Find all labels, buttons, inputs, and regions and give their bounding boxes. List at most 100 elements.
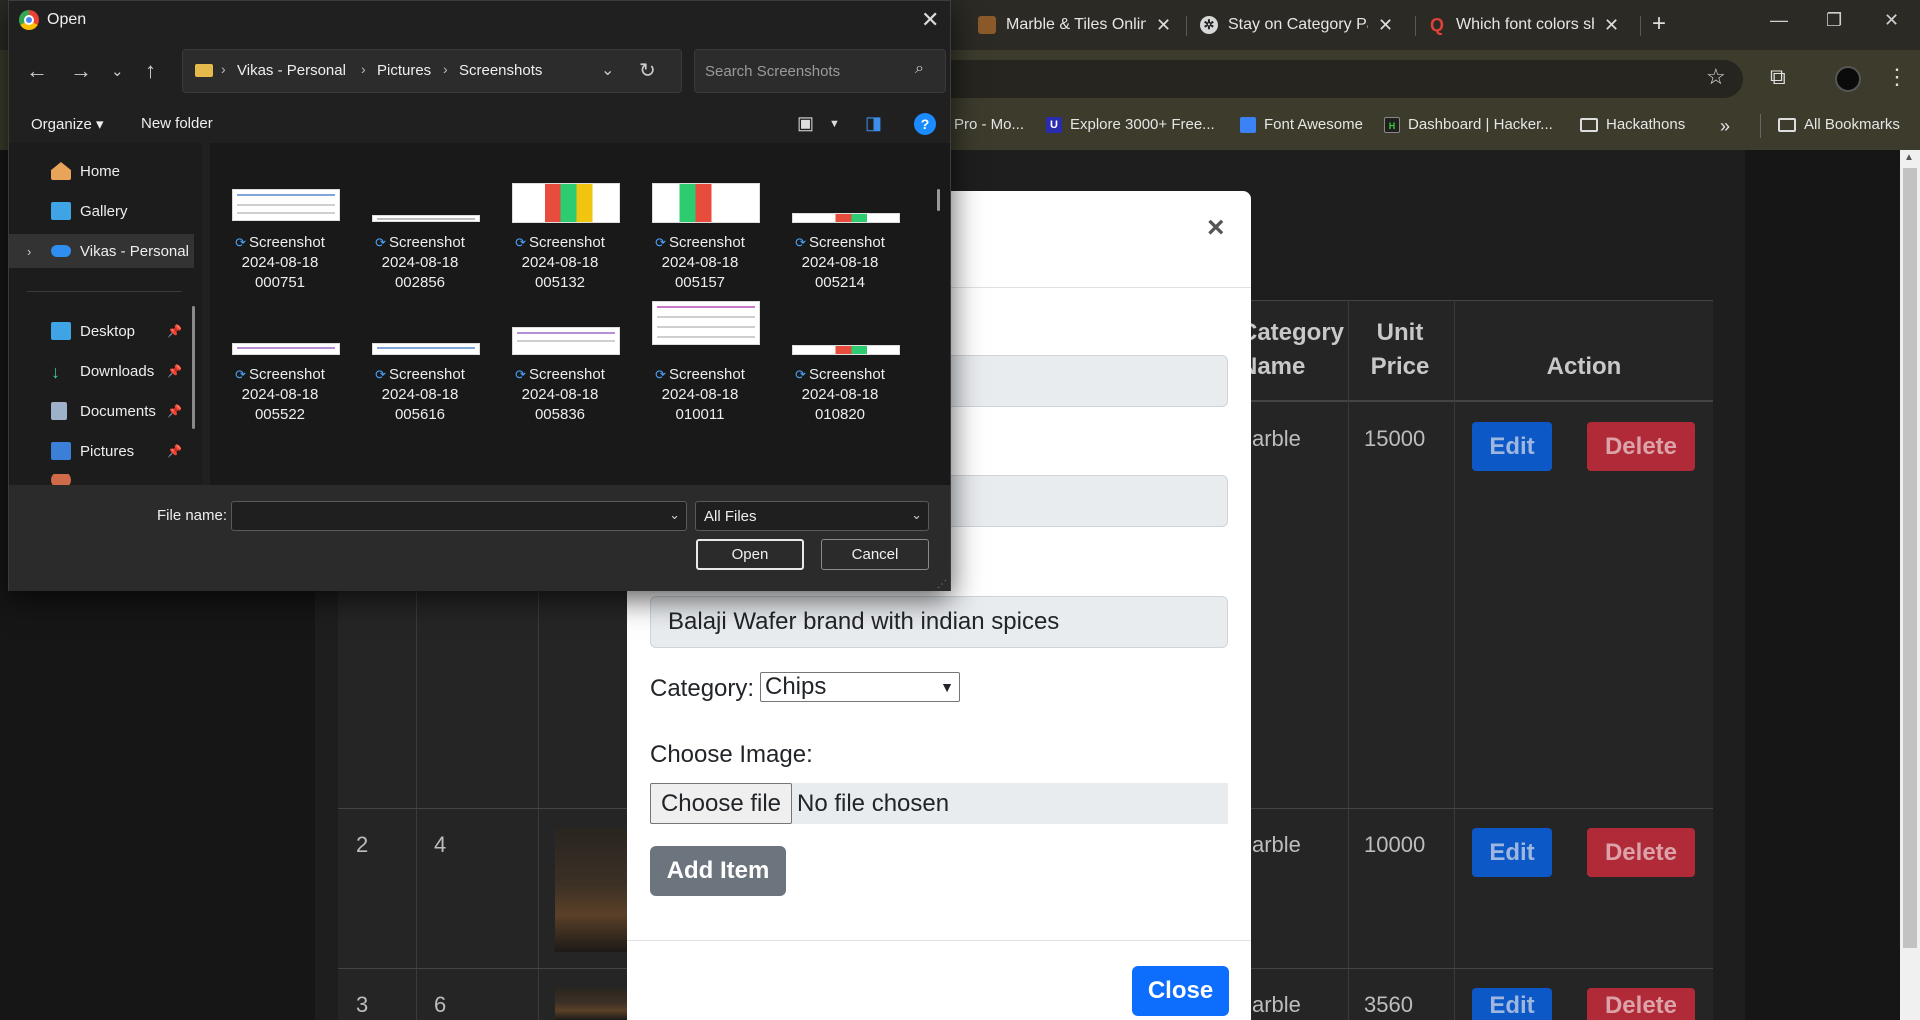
file-name: ⟳ Screenshot 2024-08-18 005522 — [220, 365, 340, 425]
bookmark-item[interactable]: Font Awesome — [1240, 116, 1363, 133]
window-close-icon[interactable]: ✕ — [1884, 10, 1899, 31]
extensions-icon[interactable]: ⧉ — [1770, 64, 1786, 90]
onedrive-cloud-icon — [51, 245, 71, 257]
expand-chevron-icon[interactable]: › — [27, 244, 31, 259]
file-name-line3: 005836 — [534, 406, 586, 423]
modal-footer-divider — [627, 940, 1251, 941]
item-description-input[interactable]: Balaji Wafer brand with indian spices — [650, 596, 1228, 648]
file-name-line3: 002856 — [394, 274, 446, 291]
delete-button[interactable]: Delete — [1587, 422, 1695, 471]
nav-item-partial[interactable] — [9, 474, 194, 485]
file-name-line2: 2024-08-18 — [381, 386, 459, 403]
add-item-button[interactable]: Add Item — [650, 846, 786, 896]
file-name-input[interactable]: ⌄ — [231, 501, 687, 531]
back-arrow-icon[interactable]: ← — [26, 58, 48, 84]
tab-title: Which font colors should — [1456, 16, 1594, 33]
thumbnail-line — [237, 204, 335, 206]
file-grid-scrollbar[interactable] — [937, 189, 940, 211]
tab-close-icon[interactable]: ✕ — [1378, 15, 1393, 36]
forward-arrow-icon[interactable]: → — [70, 58, 92, 84]
chevron-down-icon[interactable]: ⌄ — [669, 507, 680, 523]
page-scroll-thumb[interactable] — [1903, 168, 1917, 948]
help-icon[interactable]: ? — [914, 113, 936, 135]
sync-icon: ⟳ — [375, 367, 386, 382]
nav-item-onedrive[interactable]: › Vikas - Personal — [9, 234, 194, 268]
quora-icon: Q — [1429, 14, 1444, 35]
bookmark-item[interactable]: Pro - Mo... — [954, 116, 1024, 133]
cell-category: arble — [1252, 426, 1301, 451]
file-name-line3: 005132 — [534, 274, 586, 291]
edit-button[interactable]: Edit — [1472, 828, 1552, 877]
bookmark-star-icon[interactable]: ☆ — [1706, 64, 1726, 90]
thumbnail-line — [377, 347, 475, 349]
chevron-down-icon: ⌄ — [911, 507, 922, 522]
folder-icon — [1580, 117, 1598, 132]
browser-tab-marble[interactable]: Marble & Tiles Online ✕ — [978, 8, 1171, 42]
address-bar[interactable] — [900, 60, 1743, 98]
menu-kebab-icon[interactable]: ⋮ — [1886, 64, 1908, 90]
bookmark-item[interactable]: U Explore 3000+ Free... — [1046, 116, 1215, 133]
new-tab-button[interactable]: + — [1652, 10, 1666, 38]
nav-item-pictures[interactable]: Pictures 📌 — [9, 434, 194, 468]
file-name: ⟳ Screenshot 2024-08-18 010011 — [640, 365, 760, 425]
organize-menu[interactable]: Organize ▾ — [31, 115, 104, 133]
browser-tab-quora[interactable]: Q Which font colors should ✕ — [1428, 8, 1619, 42]
home-icon — [51, 162, 71, 180]
nav-item-home[interactable]: Home — [9, 154, 194, 188]
file-type-select[interactable]: All Files ⌄ — [695, 501, 929, 531]
tab-close-icon[interactable]: ✕ — [1604, 15, 1619, 36]
bookmarks-overflow-icon[interactable]: » — [1720, 116, 1730, 137]
file-name-line2: 2024-08-18 — [241, 254, 319, 271]
sync-icon: ⟳ — [235, 367, 246, 382]
nav-item-documents[interactable]: Documents 📌 — [9, 394, 194, 428]
view-options-icon[interactable]: ▣ — [797, 113, 814, 134]
bookmark-item[interactable]: Hackathons — [1580, 116, 1685, 133]
up-arrow-icon[interactable]: ↑ — [145, 58, 156, 84]
modal-close-button[interactable]: Close — [1132, 966, 1229, 1016]
browser-tab-stay-on-category[interactable]: ✲ Stay on Category Page ✕ — [1200, 8, 1393, 42]
address-dropdown-icon[interactable]: ⌄ — [601, 60, 614, 80]
delete-button[interactable]: Delete — [1587, 988, 1695, 1020]
minimize-icon[interactable]: — — [1770, 10, 1788, 31]
edit-button[interactable]: Edit — [1472, 422, 1552, 471]
new-folder-button[interactable]: New folder — [141, 115, 213, 132]
view-dropdown-icon[interactable]: ▼ — [829, 118, 840, 130]
choose-file-button[interactable]: Choose file — [650, 783, 792, 824]
nav-item-downloads[interactable]: ↓ Downloads 📌 — [9, 354, 194, 388]
file-name-line1: Screenshot — [529, 366, 605, 383]
file-name-line3: 000751 — [254, 274, 306, 291]
refresh-icon[interactable]: ↻ — [639, 58, 656, 83]
all-bookmarks[interactable]: All Bookmarks — [1778, 116, 1900, 133]
edit-button[interactable]: Edit — [1472, 988, 1552, 1020]
cancel-button[interactable]: Cancel — [821, 539, 929, 570]
restore-icon[interactable]: ❐ — [1826, 10, 1842, 31]
nav-divider — [27, 291, 182, 292]
breadcrumb-item[interactable]: Vikas - Personal — [237, 62, 346, 79]
breadcrumb-item[interactable]: Screenshots — [459, 62, 542, 79]
breadcrumb-item[interactable]: Pictures — [377, 62, 431, 79]
sync-icon: ⟳ — [515, 367, 526, 382]
tab-close-icon[interactable]: ✕ — [1156, 15, 1171, 36]
open-button[interactable]: Open — [696, 539, 804, 570]
pin-icon: 📌 — [167, 364, 182, 378]
delete-button[interactable]: Delete — [1587, 828, 1695, 877]
preview-pane-icon[interactable]: ◨ — [865, 113, 882, 134]
recent-locations-icon[interactable]: ⌄ — [111, 62, 124, 80]
dialog-close-icon[interactable]: ✕ — [921, 7, 939, 33]
dialog-search-field[interactable]: Search Screenshots ⌕ — [694, 49, 946, 93]
bookmark-item[interactable]: H Dashboard | Hacker... — [1384, 116, 1553, 133]
thumbnail-line — [377, 218, 475, 220]
dialog-address-bar[interactable]: › Vikas - Personal › Pictures › Screensh… — [182, 49, 682, 93]
nav-item-desktop[interactable]: Desktop 📌 — [9, 314, 194, 348]
nav-scrollbar[interactable] — [192, 306, 195, 429]
category-select[interactable]: Chips ▼ — [760, 672, 960, 702]
file-name-line1: Screenshot — [389, 366, 465, 383]
nav-item-gallery[interactable]: Gallery — [9, 194, 194, 228]
profile-avatar-icon[interactable] — [1835, 66, 1861, 92]
dialog-title-bar: Open ✕ — [9, 1, 950, 41]
nav-item-label: Home — [80, 162, 121, 180]
modal-close-icon[interactable]: × — [1207, 211, 1225, 245]
resize-grip-icon[interactable]: ⋰ — [937, 579, 947, 590]
scroll-up-arrow-icon[interactable]: ▲ — [1904, 152, 1914, 163]
file-name-line1: Screenshot — [809, 366, 885, 383]
